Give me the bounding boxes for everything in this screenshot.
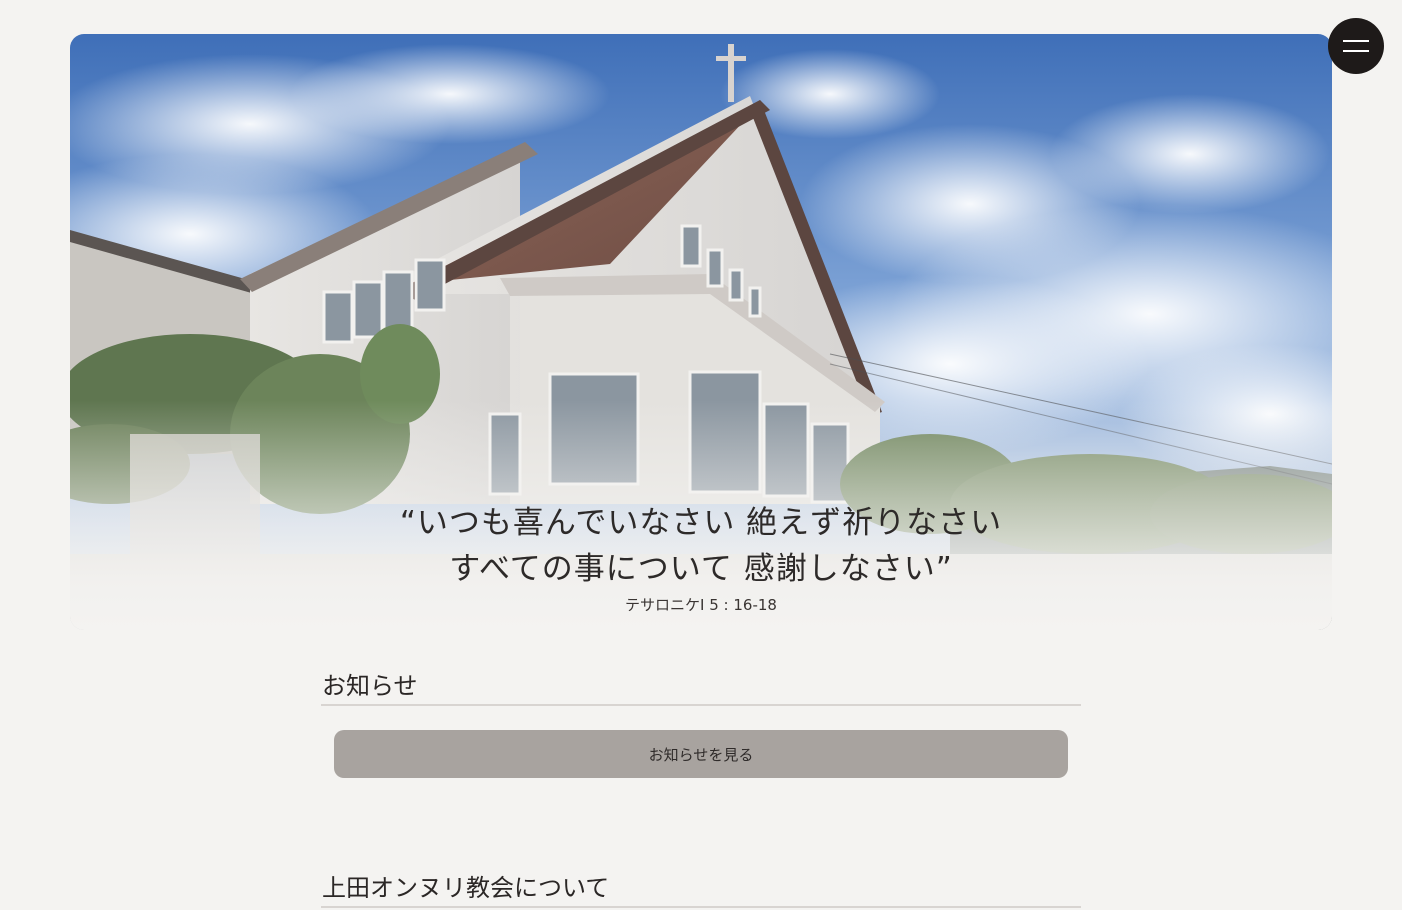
about-section: 上田オンヌリ教会について <box>321 872 1081 908</box>
verse-reference: テサロニケI 5 : 16-18 <box>625 596 777 614</box>
news-title: お知らせ <box>321 670 1081 706</box>
hero-banner: “いつも喜んでいなさい 絶えず祈りなさい すべての事について 感謝しなさい” テ… <box>70 34 1332 630</box>
hamburger-menu-icon <box>1343 40 1369 42</box>
bible-verse: “いつも喜んでいなさい 絶えず祈りなさい すべての事について 感謝しなさい” テ… <box>70 500 1332 616</box>
verse-line-1: “いつも喜んでいなさい 絶えず祈りなさい <box>399 505 1003 541</box>
menu-button[interactable] <box>1328 18 1384 74</box>
news-section: お知らせ <box>321 670 1081 706</box>
view-news-button[interactable]: お知らせを見る <box>334 730 1068 778</box>
about-title: 上田オンヌリ教会について <box>321 872 1081 908</box>
hamburger-menu-icon-bar <box>1343 50 1369 52</box>
verse-line-2: すべての事について 感謝しなさい” <box>449 551 953 587</box>
